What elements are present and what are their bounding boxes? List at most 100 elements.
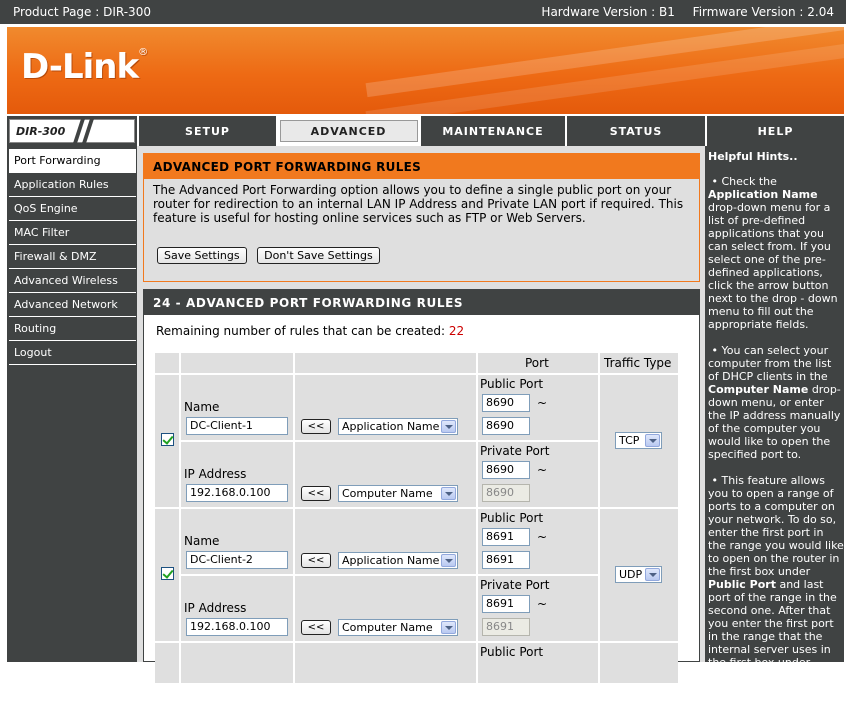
dont-save-settings-button[interactable]: Don't Save Settings <box>257 247 380 264</box>
help-hint-computer: • You can select your computer from the … <box>708 344 841 461</box>
model-name: DIR-300 <box>16 124 66 138</box>
intro-description: The Advanced Port Forwarding option allo… <box>153 183 684 225</box>
chevron-down-icon <box>645 434 660 447</box>
public-port-label: Public Port <box>480 511 544 525</box>
ip-label: IP Address <box>184 467 247 481</box>
sidebar-item-port-forwarding[interactable]: Port Forwarding <box>9 149 136 173</box>
rule-2-traffic-cell: UDP <box>600 509 678 641</box>
rule-1-computer-copy-button[interactable]: << <box>301 486 331 501</box>
chevron-down-icon <box>441 487 456 500</box>
rules-table: Port Traffic Type Name DC-Client-1 << Ap… <box>155 353 678 683</box>
sidebar-item-firewall-dmz[interactable]: Firewall & DMZ <box>9 245 136 269</box>
name-label: Name <box>184 534 220 548</box>
rule-1-app-copy-button[interactable]: << <box>301 419 331 434</box>
tab-advanced[interactable]: ADVANCED <box>276 116 419 146</box>
header-port: Port <box>478 353 598 373</box>
product-page-label: Product Page : DIR-300 <box>13 5 151 19</box>
sidebar-item-logout[interactable]: Logout <box>9 341 136 365</box>
rule-2-computer-cell: << Computer Name <box>295 576 476 641</box>
rule-1-name-input[interactable]: DC-Client-1 <box>186 417 288 435</box>
ip-label: IP Address <box>184 601 247 615</box>
rules-title: 24 - ADVANCED PORT FORWARDING RULES <box>144 290 699 315</box>
header-cell <box>181 353 293 373</box>
top-navigation: DIR-300 SETUP ADVANCED MAINTENANCE STATU… <box>7 116 844 146</box>
rule-1-enable-checkbox[interactable] <box>161 433 174 446</box>
sidebar-item-mac-filter[interactable]: MAC Filter <box>9 221 136 245</box>
remaining-label: Remaining number of rules that can be cr… <box>156 324 446 338</box>
help-panel: Helpful Hints.. • Check the Application … <box>705 146 844 708</box>
intro-section: ADVANCED PORT FORWARDING RULES The Advan… <box>143 153 700 282</box>
header-cell <box>295 353 476 373</box>
rule-2-traffic-select[interactable]: UDP <box>615 566 662 583</box>
rule-1-public-port-start[interactable]: 8690 <box>482 394 530 412</box>
tab-maintenance[interactable]: MAINTENANCE <box>419 116 565 146</box>
private-port-label: Private Port <box>480 578 550 592</box>
chevron-down-icon <box>441 420 456 433</box>
rule-1-private-port-start[interactable]: 8690 <box>482 461 530 479</box>
rule-2-public-port-end[interactable]: 8691 <box>482 551 530 569</box>
rule-1-enable-cell <box>155 375 179 507</box>
public-port-label: Public Port <box>480 645 544 659</box>
rule-2-ip-input[interactable]: 192.168.0.100 <box>186 618 288 636</box>
slashes-decoration <box>73 119 99 143</box>
tab-setup[interactable]: SETUP <box>137 116 276 146</box>
intro-title: ADVANCED PORT FORWARDING RULES <box>144 154 699 179</box>
firmware-version: Firmware Version : 2.04 <box>692 5 834 19</box>
rule-1-app-cell: << Application Name <box>295 375 476 440</box>
help-hint-port-range: • This feature allows you to open a rang… <box>708 474 844 708</box>
dlink-logo: D-Link® <box>21 47 148 87</box>
rule-1-computer-cell: << Computer Name <box>295 442 476 507</box>
sidebar-item-advanced-wireless[interactable]: Advanced Wireless <box>9 269 136 293</box>
chevron-down-icon <box>441 621 456 634</box>
rules-section: 24 - ADVANCED PORT FORWARDING RULES Rema… <box>143 289 700 683</box>
version-info: Hardware Version : B1 Firmware Version :… <box>527 5 834 19</box>
remaining-count: 22 <box>448 324 465 338</box>
sidebar-item-application-rules[interactable]: Application Rules <box>9 173 136 197</box>
header-traffic-type: Traffic Type <box>600 353 678 373</box>
rule-2-ip-cell: IP Address 192.168.0.100 <box>181 576 293 641</box>
remaining-rules: Remaining number of rules that can be cr… <box>156 324 464 338</box>
intro-buttons: Save Settings Don't Save Settings <box>157 247 387 264</box>
rule-2-enable-checkbox[interactable] <box>161 567 174 580</box>
rule-1-computer-select[interactable]: Computer Name <box>338 485 458 502</box>
rule-2-private-port-start[interactable]: 8691 <box>482 595 530 613</box>
private-port-label: Private Port <box>480 444 550 458</box>
name-label: Name <box>184 400 220 414</box>
rule-3-enable-cell <box>155 643 179 683</box>
brand-banner: D-Link® <box>7 27 844 114</box>
rule-1-private-port-cell: Private Port 8690 ~ 8690 <box>478 442 598 507</box>
rule-2-app-copy-button[interactable]: << <box>301 553 331 568</box>
rule-1-ip-cell: IP Address 192.168.0.100 <box>181 442 293 507</box>
chevron-down-icon <box>645 568 660 581</box>
rule-2-private-port-cell: Private Port 8691 ~ 8691 <box>478 576 598 641</box>
help-title: Helpful Hints.. <box>708 150 798 163</box>
rule-2-application-select[interactable]: Application Name <box>338 552 458 569</box>
rule-2-public-port-cell: Public Port 8691 ~ 8691 <box>478 509 598 574</box>
save-settings-button[interactable]: Save Settings <box>157 247 247 264</box>
rule-2-private-port-end: 8691 <box>482 618 530 636</box>
rule-1-traffic-cell: TCP <box>600 375 678 507</box>
rule-2-public-port-start[interactable]: 8691 <box>482 528 530 546</box>
rule-3-public-port-cell: Public Port <box>478 643 598 683</box>
sidebar-item-advanced-network[interactable]: Advanced Network <box>9 293 136 317</box>
rule-2-computer-copy-button[interactable]: << <box>301 620 331 635</box>
tab-help[interactable]: HELP <box>705 116 844 146</box>
rule-3-app-cell <box>295 643 476 683</box>
sidebar-item-routing[interactable]: Routing <box>9 317 136 341</box>
model-badge: DIR-300 <box>9 119 135 143</box>
rule-2-app-cell: << Application Name <box>295 509 476 574</box>
rule-2-computer-select[interactable]: Computer Name <box>338 619 458 636</box>
sidebar-item-qos-engine[interactable]: QoS Engine <box>9 197 136 221</box>
rule-2-name-input[interactable]: DC-Client-2 <box>186 551 288 569</box>
header-cell <box>155 353 179 373</box>
rule-1-traffic-select[interactable]: TCP <box>615 432 662 449</box>
rule-1-public-port-end[interactable]: 8690 <box>482 417 530 435</box>
sidebar: Port Forwarding Application Rules QoS En… <box>7 146 137 662</box>
tab-status[interactable]: STATUS <box>565 116 705 146</box>
help-hint-application: • Check the Application Name drop-down m… <box>708 175 838 331</box>
rule-1-ip-input[interactable]: 192.168.0.100 <box>186 484 288 502</box>
rule-1-application-select[interactable]: Application Name <box>338 418 458 435</box>
rule-1-public-port-cell: Public Port 8690 ~ 8690 <box>478 375 598 440</box>
rule-2-enable-cell <box>155 509 179 641</box>
chevron-down-icon <box>441 554 456 567</box>
